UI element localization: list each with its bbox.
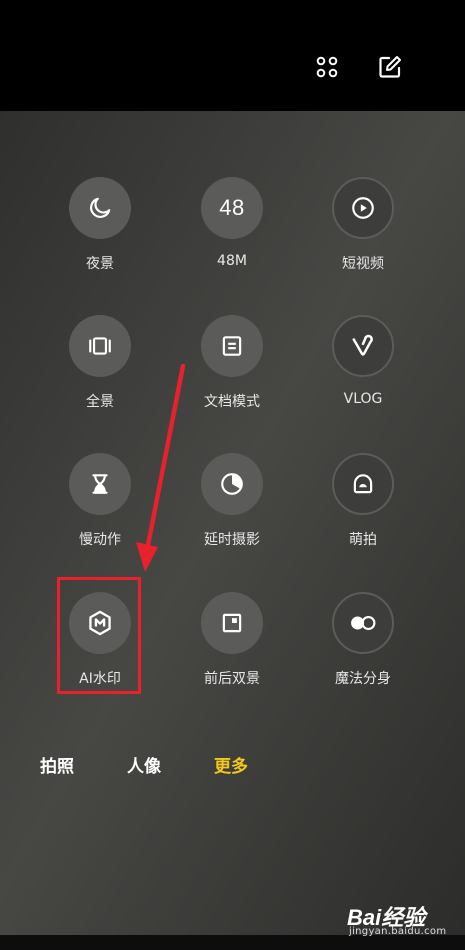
annotation-highlight-box (57, 577, 141, 694)
play-icon (332, 177, 394, 239)
mode-timelapse[interactable]: 延时摄影 (167, 453, 297, 563)
timelapse-icon (201, 453, 263, 515)
mode-label: 前后双景 (204, 671, 260, 687)
edit-icon[interactable] (375, 52, 405, 82)
tab-photo[interactable]: 拍照 (40, 752, 74, 777)
mode-night[interactable]: 夜景 (35, 177, 165, 287)
watermark-url: jingyan.baidu.com (349, 926, 447, 937)
mode-label: 慢动作 (79, 532, 121, 548)
mode-tabs: 拍照 人像 更多 (0, 752, 465, 782)
grid-icon[interactable] (312, 52, 342, 82)
mode-cute[interactable]: 萌拍 (298, 453, 428, 563)
moon-icon (69, 177, 131, 239)
mode-label: 全景 (86, 394, 114, 410)
baidu-jingyan-watermark: Bai经验 jingyan.baidu.com (345, 898, 457, 942)
mode-label: 萌拍 (349, 532, 377, 548)
mode-label: VLOG (343, 391, 383, 407)
mode-48m-icon-text: 48 (219, 195, 245, 220)
cute-face-icon (332, 453, 394, 515)
tab-portrait[interactable]: 人像 (127, 752, 161, 777)
clone-icon (332, 592, 394, 654)
mode-slow-motion[interactable]: 慢动作 (35, 453, 165, 563)
top-bar (0, 0, 465, 111)
mode-label: 短视频 (342, 256, 384, 272)
mode-vlog[interactable]: VLOG (298, 315, 428, 425)
text-48-icon: 48 (201, 177, 263, 239)
mode-label: 夜景 (86, 256, 114, 272)
mode-48m[interactable]: 48 48M (167, 177, 297, 287)
mode-dual-view[interactable]: 前后双景 (167, 592, 297, 702)
mode-label: 魔法分身 (335, 671, 391, 687)
mode-label: 延时摄影 (204, 532, 260, 548)
vlog-icon (332, 315, 394, 377)
panorama-icon (69, 315, 131, 377)
document-icon (201, 315, 263, 377)
mode-label: 48M (217, 253, 247, 269)
mode-clone[interactable]: 魔法分身 (298, 592, 428, 702)
hourglass-icon (69, 453, 131, 515)
mode-panorama[interactable]: 全景 (35, 315, 165, 425)
mode-document[interactable]: 文档模式 (167, 315, 297, 425)
mode-short-video[interactable]: 短视频 (298, 177, 428, 287)
tab-more[interactable]: 更多 (214, 752, 248, 777)
dual-view-icon (201, 592, 263, 654)
mode-label: 文档模式 (204, 394, 260, 410)
